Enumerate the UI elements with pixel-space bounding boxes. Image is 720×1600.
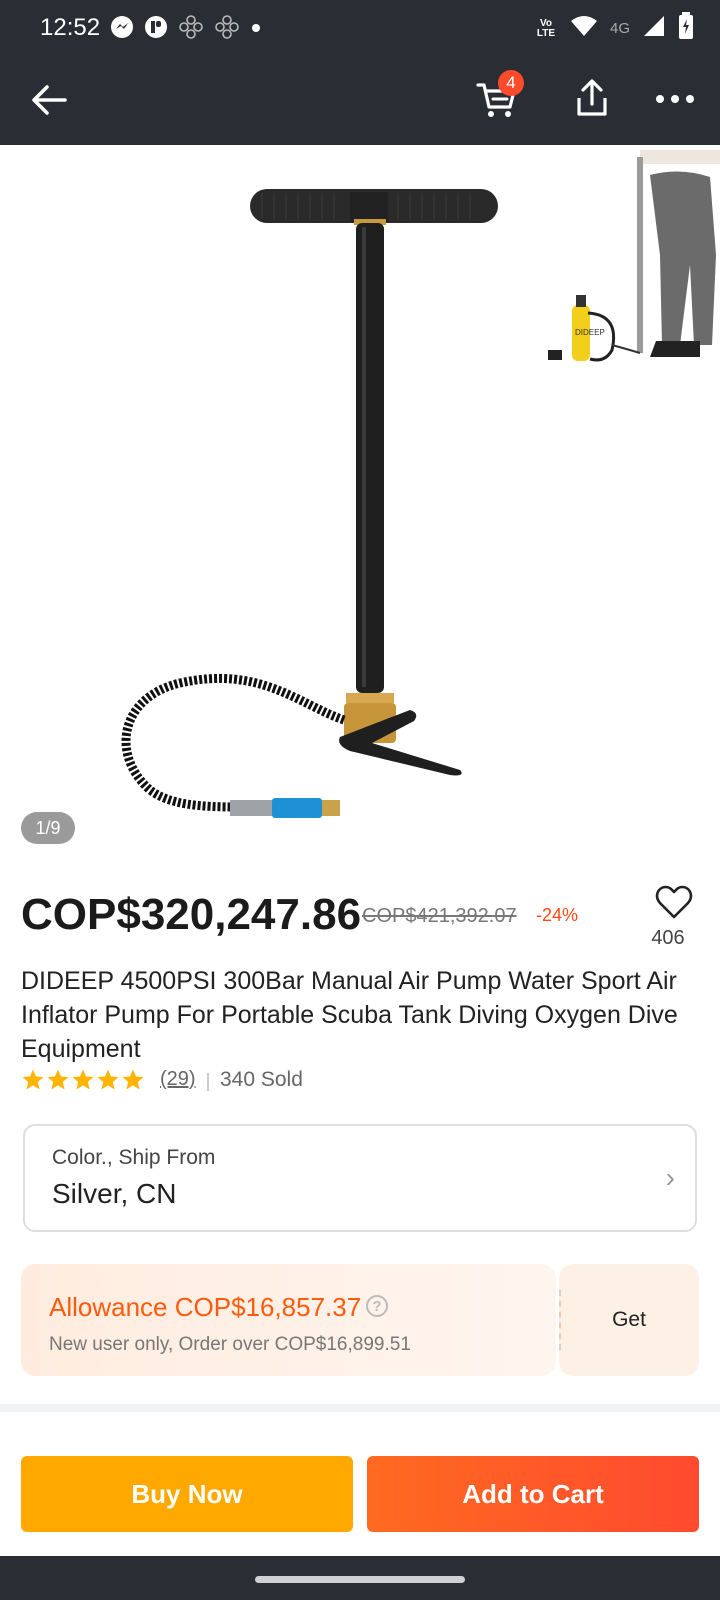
more-horizontal-icon[interactable] bbox=[652, 82, 698, 116]
home-gesture-pill[interactable] bbox=[255, 1576, 465, 1583]
messenger-icon bbox=[110, 15, 134, 44]
star-icon bbox=[122, 1069, 144, 1090]
star-icon bbox=[22, 1069, 44, 1090]
4g-icon: 4G bbox=[609, 20, 630, 37]
add-to-cart-button[interactable]: Add to Cart bbox=[367, 1456, 699, 1532]
heart-icon[interactable] bbox=[655, 884, 693, 925]
cart-count-badge: 4 bbox=[498, 70, 524, 96]
status-bar: 12:52 Vo LTE 4G bbox=[0, 0, 720, 56]
wifi-icon bbox=[570, 14, 598, 43]
wishlist-count: 406 bbox=[651, 927, 685, 949]
chevron-right-icon: › bbox=[665, 1162, 675, 1193]
battery-icon bbox=[678, 12, 694, 45]
divider bbox=[207, 1073, 209, 1091]
coupon-card: Allowance COP$16,857.37 ? New user only,… bbox=[21, 1264, 699, 1376]
image-pager: 1/9 bbox=[21, 812, 75, 844]
variant-value: Silver, CN bbox=[52, 1178, 177, 1209]
volte-icon: Vo LTE bbox=[536, 17, 556, 39]
buy-now-button[interactable]: Buy Now bbox=[21, 1456, 353, 1532]
star-icon bbox=[97, 1069, 119, 1090]
reviews-link[interactable]: (29) bbox=[160, 1068, 196, 1091]
product-title: DIDEEP 4500PSI 300Bar Manual Air Pump Wa… bbox=[21, 967, 678, 1063]
original-price: COP$421,392.07 bbox=[362, 905, 517, 927]
coupon-subtitle: New user only, Order over COP$16,899.51 bbox=[49, 1334, 411, 1355]
section-divider bbox=[0, 1404, 720, 1412]
apps-icon bbox=[214, 14, 240, 45]
status-time: 12:52 bbox=[40, 14, 101, 41]
star-icon bbox=[47, 1069, 69, 1090]
rating-stars bbox=[21, 1068, 145, 1092]
variant-label: Color., Ship From bbox=[52, 1146, 216, 1169]
share-icon[interactable] bbox=[570, 76, 614, 120]
product-price: COP$320,247.86 bbox=[21, 890, 362, 939]
variant-selector[interactable]: Color., Ship From Silver, CN › bbox=[23, 1124, 697, 1232]
get-coupon-button[interactable]: Get bbox=[559, 1264, 699, 1376]
sold-count: 340 Sold bbox=[220, 1068, 303, 1091]
arrow-left-icon[interactable] bbox=[24, 78, 74, 122]
star-icon bbox=[72, 1069, 94, 1090]
help-icon[interactable]: ? bbox=[366, 1295, 388, 1317]
product-image-gallery[interactable]: DIDEEP bbox=[0, 145, 720, 860]
thumbnail-brand-text: DIDEEP bbox=[575, 328, 605, 337]
product-image: DIDEEP bbox=[121, 150, 720, 818]
signal-icon bbox=[642, 14, 666, 43]
discount-badge: -24% bbox=[536, 905, 579, 925]
app-icon bbox=[144, 15, 168, 44]
coupon-title: Allowance COP$16,857.37 bbox=[49, 1292, 362, 1322]
dot-icon bbox=[250, 21, 262, 39]
apps-icon bbox=[178, 14, 204, 45]
